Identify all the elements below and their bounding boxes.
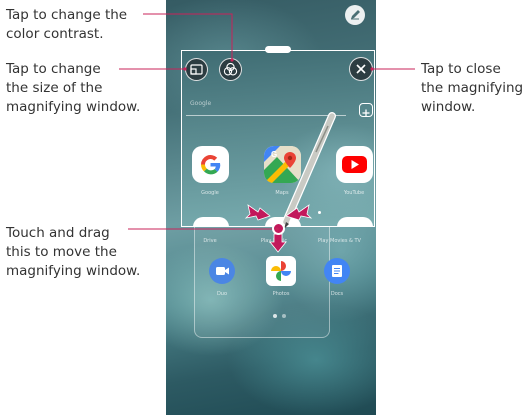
app-label-photos: Photos [272, 291, 290, 297]
app-google[interactable] [192, 146, 229, 183]
play-icon [342, 156, 367, 173]
close-callout-line1: Tap to close [421, 61, 501, 77]
drag-callout-line1: Touch and drag [6, 225, 110, 241]
app-duo[interactable] [209, 258, 235, 284]
size-callout-line1: Tap to change [6, 61, 101, 77]
app-youtube[interactable] [336, 146, 373, 183]
app-drive-partial [193, 217, 229, 226]
search-bar[interactable]: Google [186, 97, 346, 116]
video-camera-icon [216, 267, 229, 275]
size-callout: Tap to change the size of the magnifying… [6, 60, 140, 117]
drag-callout: Touch and drag this to move the magnifyi… [6, 224, 140, 281]
contrast-callout-line2: color contrast. [6, 26, 104, 42]
map-pin-icon: G [264, 146, 301, 183]
app-label-docs: Docs [330, 291, 344, 297]
magnifying-window[interactable]: Google Google G Maps YouTube [181, 50, 375, 227]
app-label-google: Google [201, 190, 219, 196]
size-callout-line3: magnifying window. [6, 99, 141, 115]
color-contrast-button[interactable] [219, 58, 242, 81]
window-top-handle[interactable] [265, 46, 291, 53]
close-callout-line2: the magnifying [421, 80, 524, 96]
phone-screen: Drive Play Music Play Movies & TV Duo Ph… [166, 0, 376, 415]
plus-icon [362, 109, 370, 117]
app-maps[interactable]: G [264, 146, 301, 183]
close-window-button[interactable] [349, 57, 373, 81]
page-indicator [273, 314, 289, 318]
google-logo-icon [201, 155, 221, 175]
document-icon [332, 265, 342, 277]
move-window-handle[interactable] [272, 222, 285, 235]
add-button[interactable] [359, 103, 373, 117]
resize-window-button[interactable] [185, 58, 208, 81]
close-callout: Tap to close the magnifying window. [421, 60, 523, 117]
app-docs[interactable] [324, 258, 350, 284]
indicator-dot [318, 211, 321, 214]
app-play-movies-partial [337, 217, 373, 226]
drag-callout-line3: magnifying window. [6, 263, 141, 279]
size-callout-line2: the size of the [6, 80, 103, 96]
pinwheel-icon [271, 261, 291, 281]
search-text: Google [190, 100, 212, 107]
screen: Tap to change the color contrast. Tap to… [0, 0, 525, 415]
app-label-play-movies: Play Movies & TV [318, 238, 361, 244]
app-label-maps: Maps [275, 190, 289, 196]
app-label-drive: Drive [203, 238, 217, 244]
app-label-youtube: YouTube [343, 190, 365, 196]
edit-pen-icon[interactable] [345, 5, 365, 25]
contrast-callout: Tap to change the color contrast. [6, 6, 127, 44]
contrast-callout-line1: Tap to change the [6, 7, 128, 23]
close-callout-line3: window. [421, 99, 476, 115]
app-label-play-music: Play Music [260, 238, 288, 244]
app-label-duo: Duo [216, 291, 228, 297]
drag-callout-line2: this to move the [6, 244, 117, 260]
close-icon [356, 64, 366, 74]
overlapping-circles-icon [223, 62, 238, 76]
resize-window-icon [190, 64, 203, 75]
app-photos[interactable] [266, 256, 296, 286]
svg-text:G: G [271, 150, 277, 159]
